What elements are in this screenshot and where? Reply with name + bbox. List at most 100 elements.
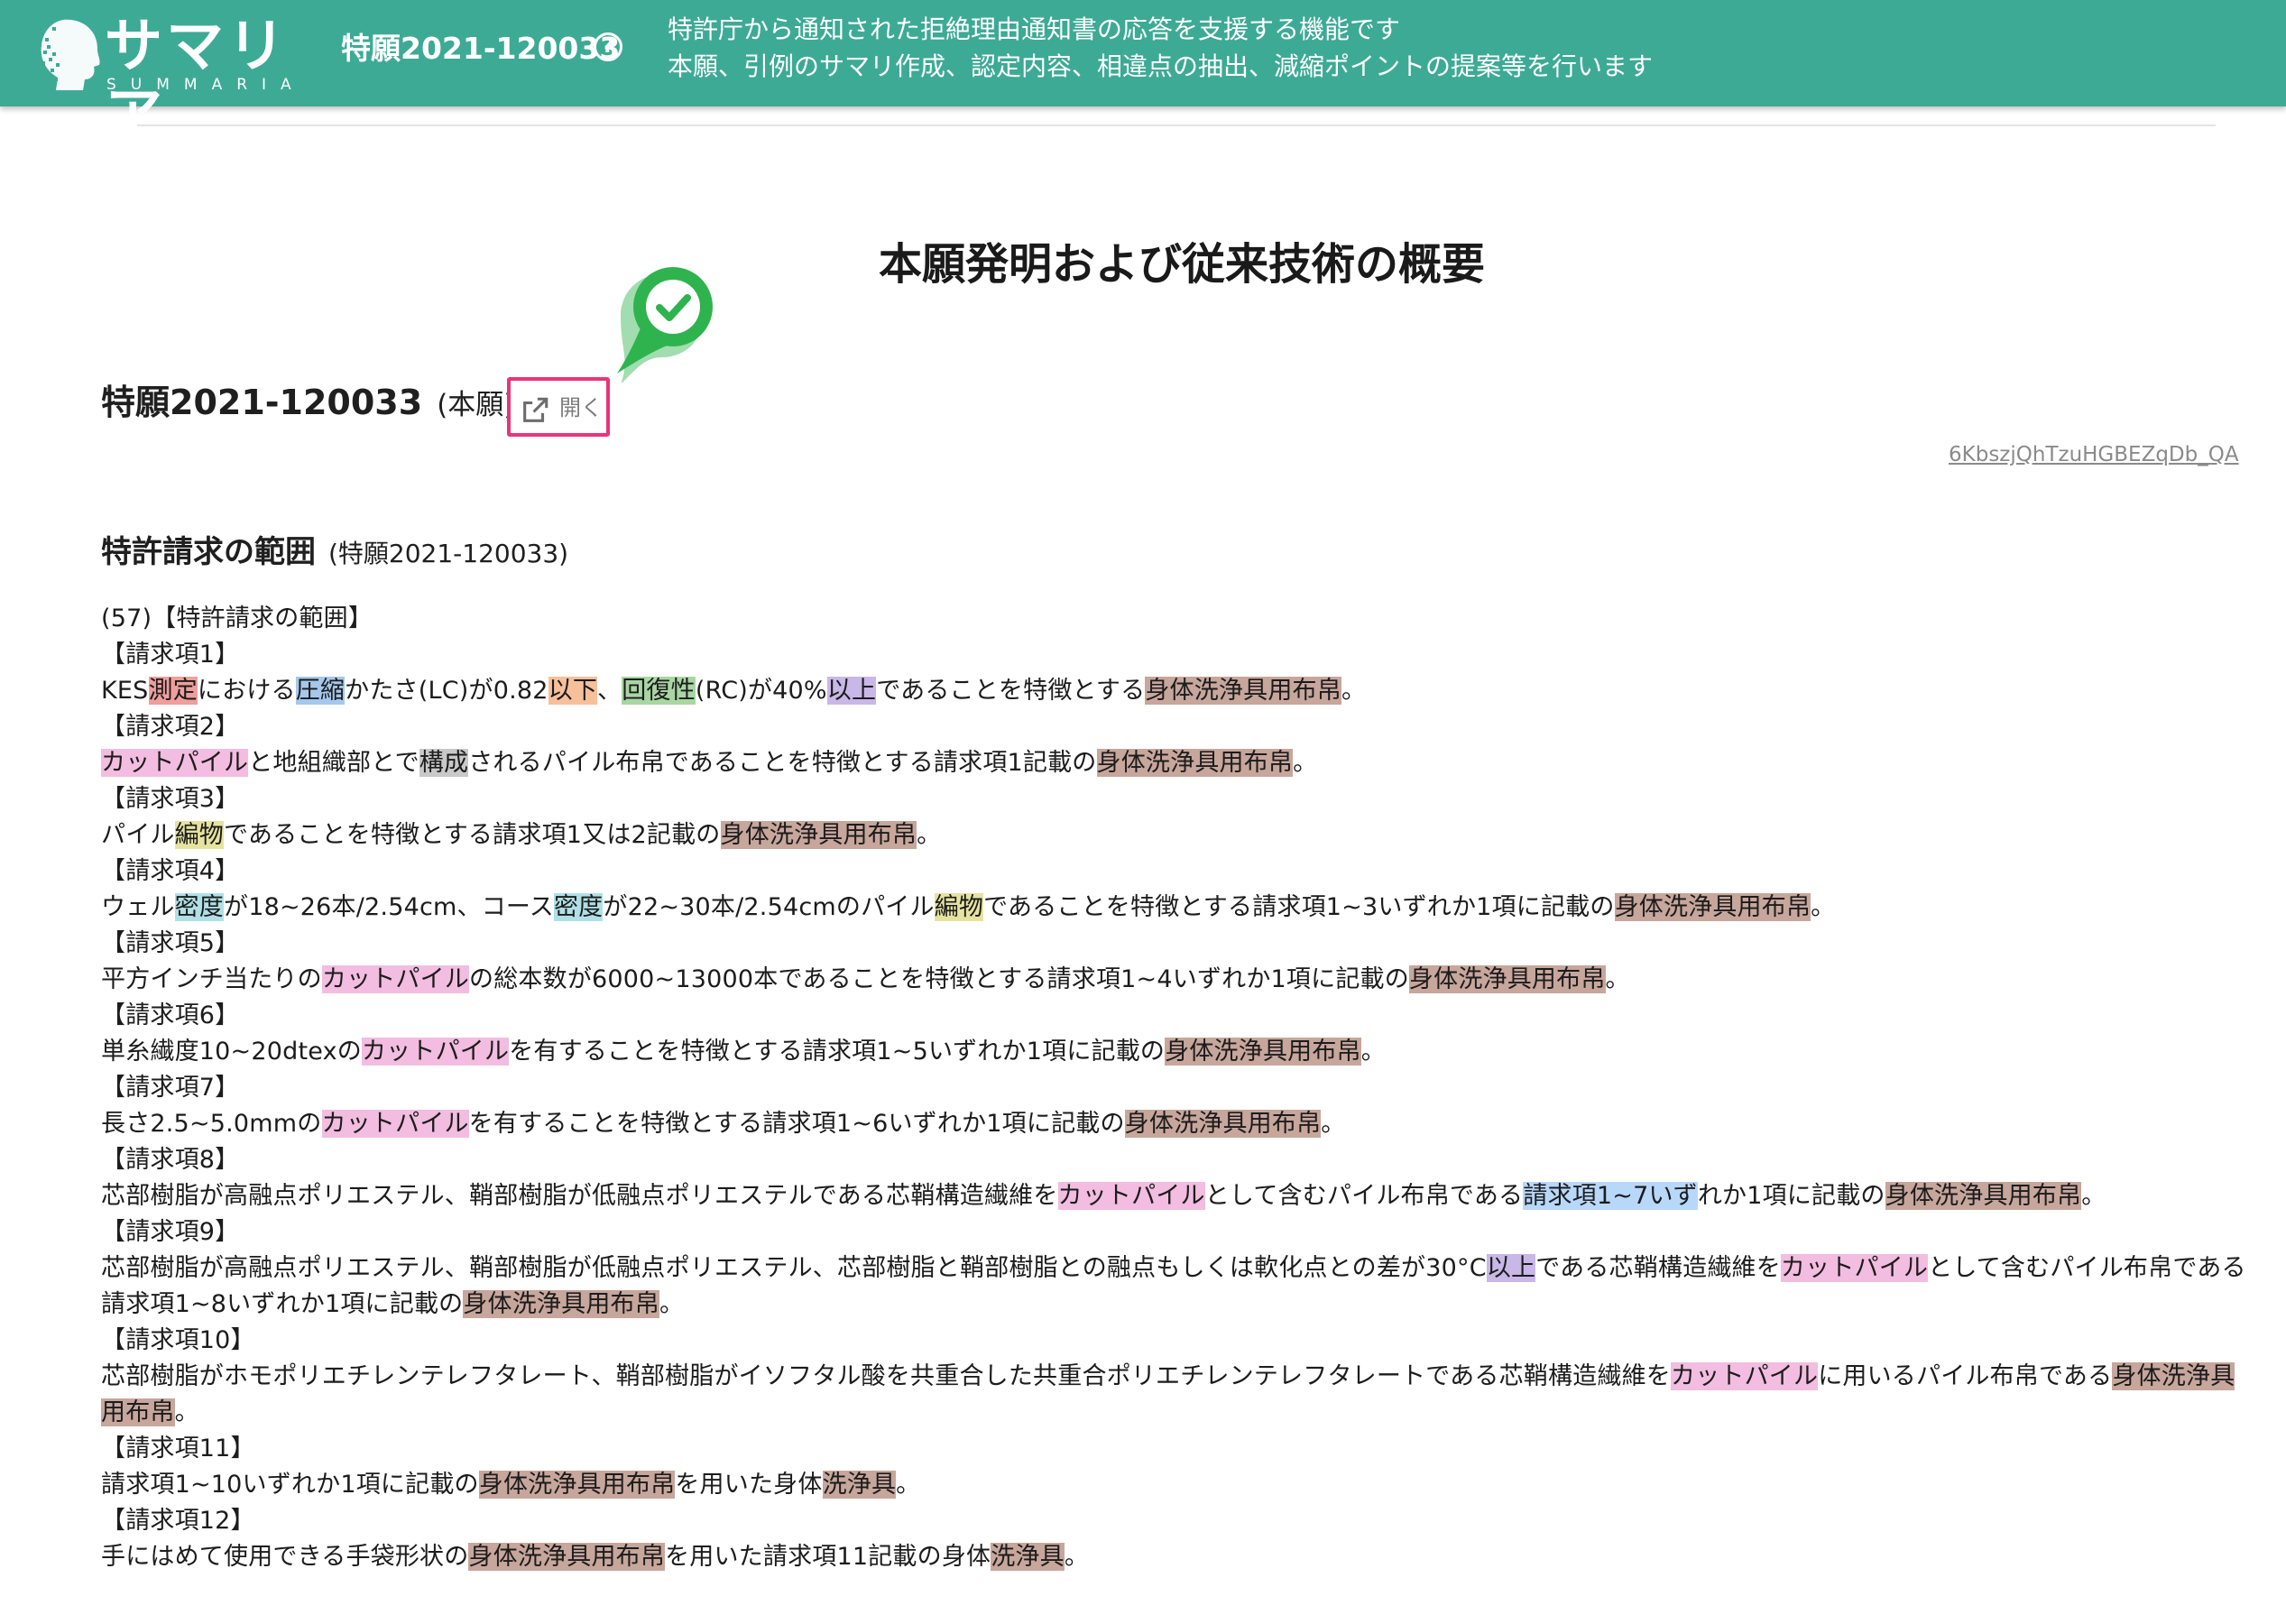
claim-line: 【請求項2】 [101,709,2248,745]
keyword-highlight: 身体洗浄具用布帛 [463,1290,659,1318]
claims-title: 特許請求の範囲 [101,534,316,570]
keyword-highlight: 身体洗浄具用布帛 [1165,1038,1361,1066]
claim-text: が18~26本/2.54cm、コース [224,893,554,921]
open-button-label: 開く [559,395,603,420]
claim-text: 請求項1~10いずれか1項に記載の [101,1471,479,1499]
keyword-highlight: 以上 [826,677,877,705]
claim-text: であることを特徴とする [876,677,1146,705]
claim-text: に用いるパイル布帛である [1818,1362,2113,1390]
external-link-icon [523,397,548,422]
keyword-highlight: 回復性 [622,677,696,705]
claims-subtitle: (特願2021-120033) [328,539,569,568]
claim-text: を用いた請求項11記載の身体 [665,1543,991,1571]
keyword-highlight: 身体洗浄具用布帛 [1096,749,1294,777]
keyword-highlight: カットパイル [1780,1254,1929,1282]
claim-text: 【請求項10】 [101,1326,255,1354]
claim-text: パイル [101,821,175,849]
keyword-highlight: 身体洗浄具用布帛 [1885,1182,2082,1210]
keyword-highlight: カットパイル [361,1038,510,1066]
claim-text: であることを特徴とする請求項1~3いずれか1項に記載の [983,893,1615,921]
header-description: 特許庁から通知された拒絶理由通知書の応答を支援する機能です 本願、引例のサマリ作… [668,11,1653,85]
head-silhouette-icon [38,19,100,91]
divider [137,125,2216,126]
claim-text: 【請求項2】 [101,713,240,741]
claim-text: における [197,677,296,705]
keyword-highlight: 以上 [1486,1254,1536,1282]
claim-text: 芯部樹脂がホモポリエチレンテレフタレート、鞘部樹脂がイソフタル酸を共重合した共重… [101,1362,1671,1390]
open-button[interactable]: 開く [507,377,610,437]
keyword-highlight: 構成 [419,749,469,777]
claim-text: 、 [597,677,622,705]
keyword-highlight: 身体洗浄具用布帛 [1124,1110,1322,1138]
claim-line: 【請求項4】 [101,854,2248,890]
summaria-logo[interactable]: サマリア SUMMARIA [32,13,294,149]
claim-line: 【請求項10】 [101,1323,2248,1359]
help-icon[interactable]: ? [594,32,622,61]
claim-text: と地組織部とで [248,749,419,777]
claim-text: 。 [1360,1038,1386,1066]
application-number: 特願2021-120033 [101,383,423,422]
claim-text: 。 [1605,965,1630,993]
claim-text: れか1項に記載の [1697,1182,1885,1210]
claim-line: カットパイルと地組織部とで構成されるパイル布帛であることを特徴とする請求項1記載… [101,745,2248,781]
claim-text: かたさ(LC)が0.82 [345,677,548,705]
claim-text: が22~30本/2.54cmのパイル [603,893,935,921]
keyword-highlight: 密度 [553,893,604,921]
claim-text: 【請求項12】 [101,1507,255,1535]
claim-text: 単糸繊度10~20dtexの [101,1038,362,1066]
claim-line: 請求項1~10いずれか1項に記載の身体洗浄具用布帛を用いた身体洗浄具。 [101,1467,2248,1503]
claim-line: 芯部樹脂が高融点ポリエステル、鞘部樹脂が低融点ポリエステル、芯部樹脂と鞘部樹脂と… [101,1250,2248,1323]
claim-text: 。 [1811,893,1836,921]
claim-line: ウェル密度が18~26本/2.54cm、コース密度が22~30本/2.54cmの… [101,890,2248,926]
claim-text: 【請求項5】 [101,929,240,957]
claim-line: 芯部樹脂が高融点ポリエステル、鞘部樹脂が低融点ポリエステルである芯鞘構造繊維をカ… [101,1178,2248,1214]
claim-text: 。 [1321,1110,1346,1138]
keyword-highlight: 身体洗浄具用布帛 [720,821,917,849]
logo-text-en: SUMMARIA [106,76,306,94]
claims-intro: (57)【特許請求の範囲】 [101,604,373,632]
keyword-highlight: 身体洗浄具用布帛 [1614,893,1811,921]
claim-text: 【請求項1】 [101,641,240,669]
keyword-highlight: 密度 [174,893,225,921]
claim-line: 単糸繊度10~20dtexのカットパイルを有することを特徴とする請求項1~5いず… [101,1034,2248,1070]
claim-line: 【請求項3】 [101,781,2248,817]
claim-line: 【請求項1】 [101,637,2248,673]
claim-line: 芯部樹脂がホモポリエチレンテレフタレート、鞘部樹脂がイソフタル酸を共重合した共重… [101,1359,2248,1431]
header-description-line1: 特許庁から通知された拒絶理由通知書の応答を支援する機能です [668,14,1401,44]
claim-text: 芯部樹脂が高融点ポリエステル、鞘部樹脂が低融点ポリエステル、芯部樹脂と鞘部樹脂と… [101,1254,1487,1282]
claim-text: 。 [174,1398,199,1426]
keyword-highlight: カットパイル [1671,1362,1819,1390]
keyword-highlight: カットパイル [321,965,470,993]
claim-line: 【請求項9】 [101,1214,2248,1250]
claim-text: 【請求項3】 [101,785,240,813]
keyword-highlight: カットパイル [1057,1182,1205,1210]
check-marker-icon [617,267,713,383]
claim-text: KES [101,677,149,705]
claim-line: 平方インチ当たりのカットパイルの総本数が6000~13000本であることを特徴と… [101,962,2248,998]
claim-text: 【請求項11】 [101,1435,255,1463]
app-header: サマリア SUMMARIA 特願2021-120033 ? 特許庁から通知された… [0,0,2286,149]
keyword-highlight: 編物 [934,893,984,921]
header-application-number: 特願2021-120033 [341,31,621,66]
claim-line: KES測定における圧縮かたさ(LC)が0.82以下、回復性(RC)が40%以上で… [101,673,2248,709]
claim-text: であることを特徴とする請求項1又は2記載の [224,821,721,849]
keyword-highlight: 身体洗浄具用布帛 [1408,965,1606,993]
claim-text: (RC)が40% [695,677,827,705]
claim-text: を用いた身体 [675,1471,823,1499]
claims-text: (57)【特許請求の範囲】 【請求項1】 KES測定における圧縮かたさ(LC)が0… [101,601,2248,1575]
keyword-highlight: カットパイル [321,1110,469,1138]
claim-text: として含むパイル布帛である [1204,1182,1524,1210]
claim-text: 。 [1293,749,1318,777]
page-title: 本願発明および従来技術の概要 [878,239,1485,290]
keyword-highlight: 以下 [548,677,598,705]
claim-text: 【請求項9】 [101,1218,240,1246]
claim-text: である芯鞘構造繊維を [1535,1254,1781,1282]
claim-text: 芯部樹脂が高融点ポリエステル、鞘部樹脂が低融点ポリエステルである芯鞘構造繊維を [101,1182,1058,1210]
claim-text: 長さ2.5~5.0mmの [101,1110,322,1138]
claim-text: 。 [896,1471,921,1499]
claim-text: 。 [2081,1182,2106,1210]
claim-text: を有することを特徴とする請求項1~6いずれか1項に記載の [468,1110,1125,1138]
document-id-link[interactable]: 6KbszjQhTzuHGBEZqDb_QA [1949,440,2239,469]
claim-line: 【請求項11】 [101,1431,2248,1467]
keyword-highlight: 身体洗浄具用布帛 [1145,677,1341,705]
